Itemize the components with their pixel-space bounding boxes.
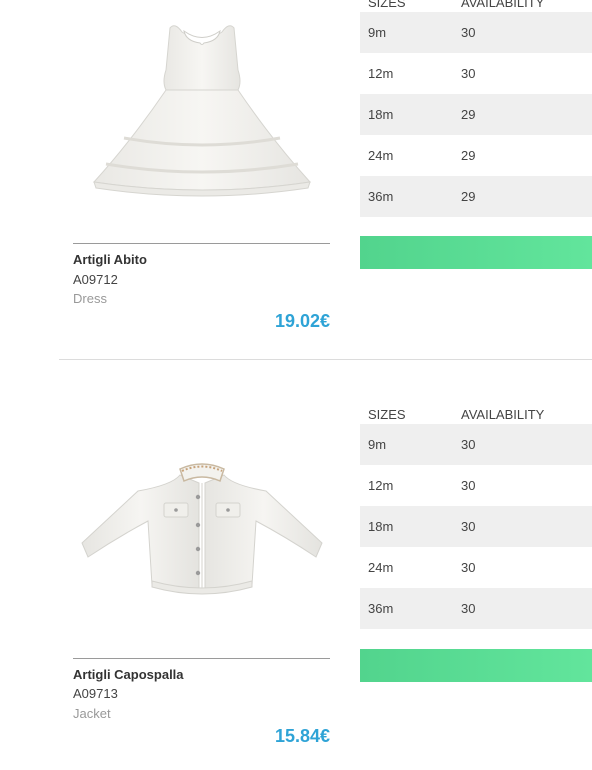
- table-row: 12m 30: [360, 53, 592, 94]
- qty-cell: 30: [461, 12, 592, 53]
- table-row: 18m 29: [360, 94, 592, 135]
- table-header: SIZES AVAILABILITY: [360, 0, 592, 12]
- size-cell: 12m: [368, 478, 394, 493]
- size-cell: 36m: [360, 588, 461, 629]
- jacket-illustration: [81, 463, 323, 595]
- size-cell: 24m: [368, 560, 394, 575]
- product-price: 19.02€: [274, 311, 330, 331]
- product-category: Dress: [73, 291, 107, 306]
- add-to-cart-button[interactable]: [360, 236, 592, 269]
- qty-cell: 29: [461, 176, 592, 217]
- table-row: 12m 30: [360, 465, 592, 506]
- table-row: 9m 30: [360, 424, 592, 465]
- sizes-header: SIZES: [368, 0, 406, 10]
- size-cell: 18m: [360, 506, 461, 547]
- availability-table: SIZES AVAILABILITY 9m 30 12m 30 18m 29 2…: [360, 0, 592, 217]
- size-cell: 18m: [360, 94, 461, 135]
- product-code: A09712: [73, 272, 118, 287]
- table-row: 9m 30: [360, 12, 592, 53]
- dress-illustration: [93, 25, 311, 197]
- sizes-header: SIZES: [368, 407, 406, 422]
- qty-cell: 30: [461, 424, 592, 465]
- product-price: 15.84€: [274, 726, 330, 746]
- size-cell: 36m: [360, 176, 461, 217]
- size-cell: 24m: [368, 148, 394, 163]
- table-row: 18m 30: [360, 506, 592, 547]
- qty-cell: 29: [461, 94, 592, 135]
- qty-cell: 29: [461, 148, 476, 163]
- table-row: 24m 29: [360, 135, 592, 176]
- product-image-dress[interactable]: [72, 20, 332, 220]
- qty-cell: 30: [461, 478, 476, 493]
- qty-cell: 30: [461, 560, 476, 575]
- product-name[interactable]: Artigli Capospalla: [73, 667, 184, 682]
- add-to-cart-button[interactable]: [360, 649, 592, 682]
- table-row: 24m 30: [360, 547, 592, 588]
- size-cell: 9m: [360, 424, 461, 465]
- product-separator: [59, 359, 592, 360]
- qty-cell: 30: [461, 506, 592, 547]
- qty-cell: 30: [461, 66, 476, 81]
- size-cell: 9m: [360, 12, 461, 53]
- availability-table: SIZES AVAILABILITY 9m 30 12m 30 18m 30 2…: [360, 402, 592, 629]
- qty-cell: 30: [461, 588, 592, 629]
- availability-header: AVAILABILITY: [461, 0, 545, 10]
- product-category: Jacket: [73, 706, 111, 721]
- product-code: A09713: [73, 686, 118, 701]
- product-card-artigli-abito: Artigli Abito A09712 Dress 19.02€ SIZES …: [0, 0, 592, 360]
- availability-header: AVAILABILITY: [461, 407, 545, 422]
- divider: [73, 243, 330, 244]
- table-row: 36m 29: [360, 176, 592, 217]
- product-image-jacket[interactable]: [72, 445, 332, 605]
- size-cell: 12m: [368, 66, 394, 81]
- table-header: SIZES AVAILABILITY: [360, 402, 592, 424]
- table-row: 36m 30: [360, 588, 592, 629]
- product-card-artigli-capospalla: Artigli Capospalla A09713 Jacket 15.84€ …: [0, 390, 592, 770]
- product-name[interactable]: Artigli Abito: [73, 252, 147, 267]
- divider: [73, 658, 330, 659]
